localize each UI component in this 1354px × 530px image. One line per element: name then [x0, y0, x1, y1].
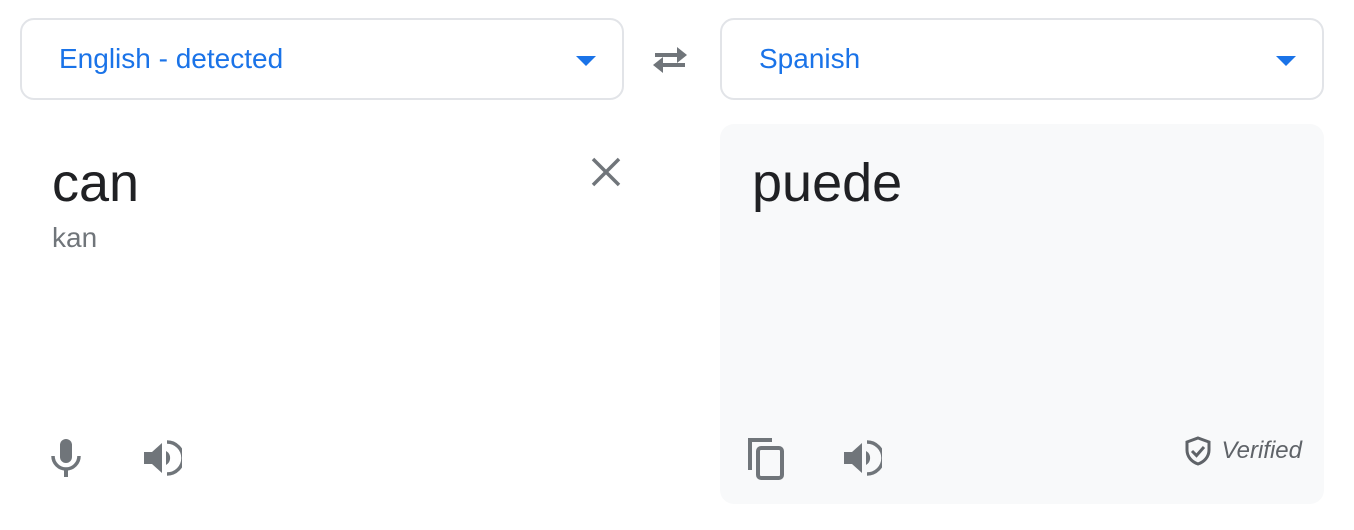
swap-languages-button[interactable]: [648, 40, 692, 80]
microphone-icon: [51, 439, 81, 477]
copy-translation-button[interactable]: [742, 434, 790, 482]
shield-check-icon: [1185, 436, 1211, 466]
translation-panel: puede Verified: [720, 124, 1324, 504]
speaker-icon: [144, 440, 182, 476]
speaker-icon: [844, 440, 882, 476]
verified-badge[interactable]: Verified: [1184, 436, 1302, 466]
source-text-panel[interactable]: can kan: [20, 124, 624, 504]
translation-text: puede: [752, 153, 903, 213]
clear-source-button[interactable]: [586, 152, 626, 192]
swap-arrows-icon: [653, 47, 687, 73]
microphone-button[interactable]: [42, 434, 90, 482]
chevron-down-icon: [1276, 56, 1296, 66]
verified-label: Verified: [1221, 437, 1302, 464]
source-text[interactable]: can: [52, 152, 139, 214]
source-language-label: English - detected: [59, 43, 284, 74]
listen-translation-button[interactable]: [838, 434, 886, 482]
source-transliteration: kan: [52, 222, 98, 253]
target-language-select[interactable]: Spanish: [720, 18, 1324, 100]
target-language-label: Spanish: [759, 43, 861, 74]
chevron-down-icon: [576, 56, 596, 66]
copy-icon: [748, 438, 784, 480]
listen-source-button[interactable]: [138, 434, 186, 482]
source-language-select[interactable]: English - detected: [20, 18, 624, 100]
close-icon: [591, 157, 621, 187]
